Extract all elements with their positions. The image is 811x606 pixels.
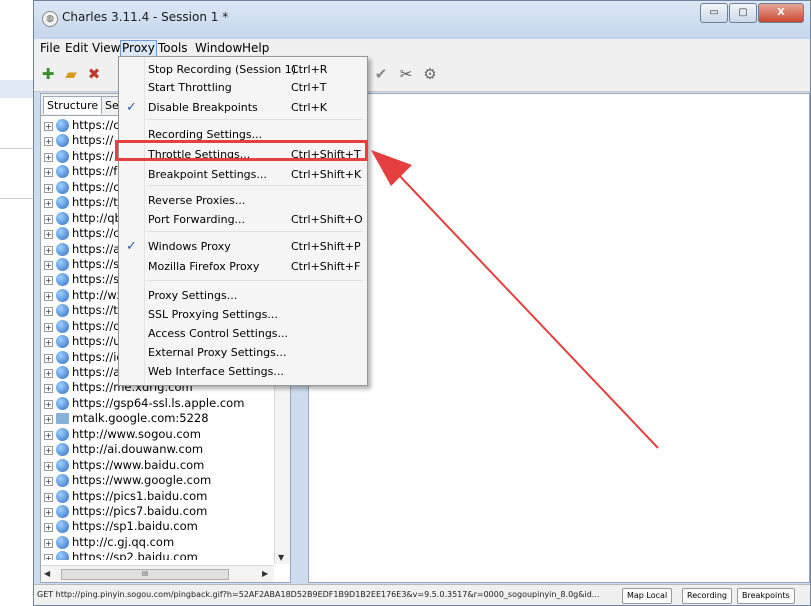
arrow-head (371, 150, 412, 186)
annotation-arrow (371, 150, 659, 449)
arrow-shaft (395, 171, 659, 449)
